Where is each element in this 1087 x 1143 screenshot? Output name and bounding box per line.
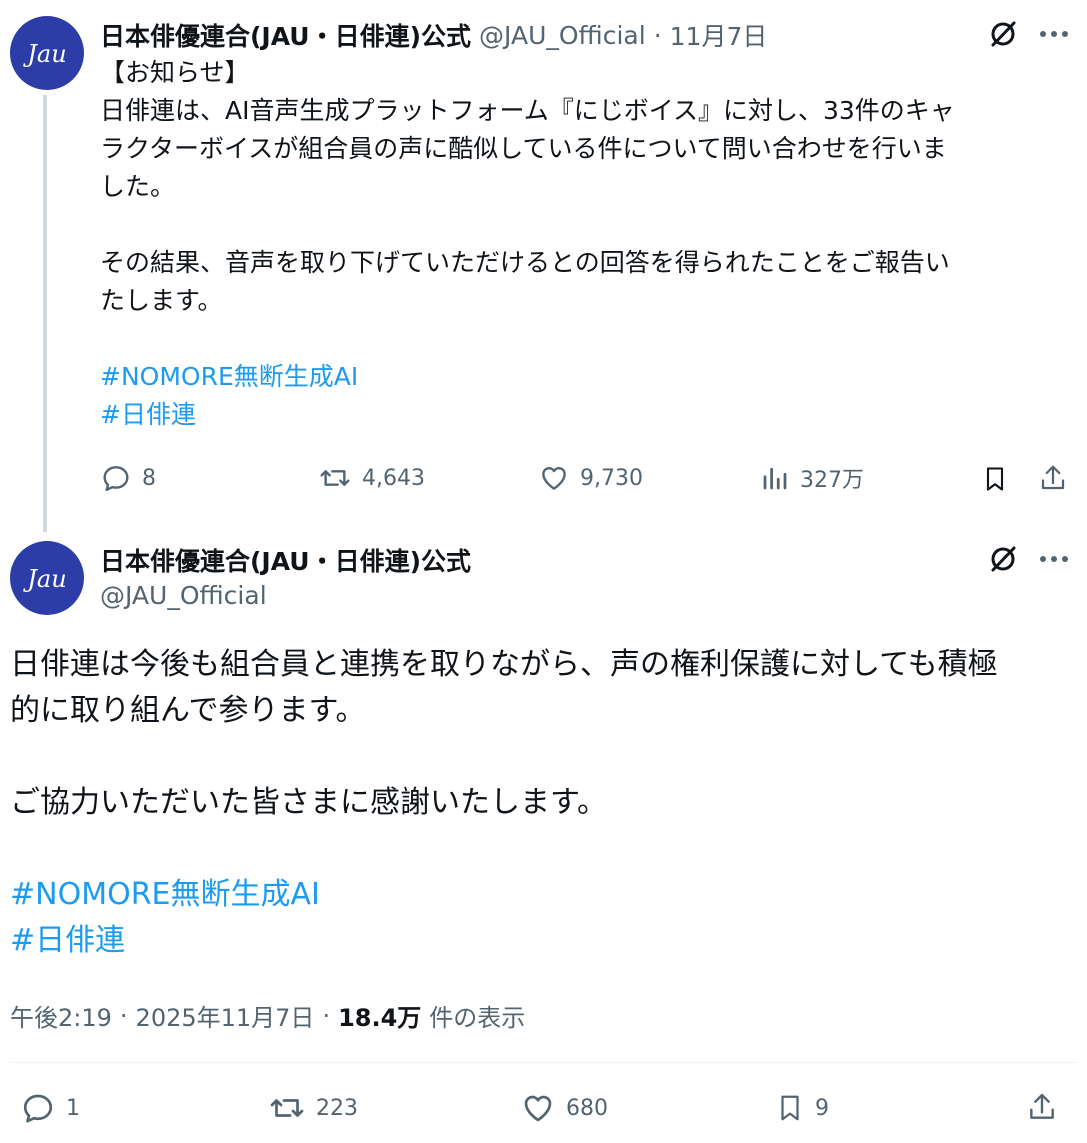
grok-icon[interactable]: [985, 16, 1021, 52]
repost-icon: [318, 462, 352, 494]
share-icon[interactable]: [1024, 1088, 1060, 1126]
reply-icon: [100, 462, 132, 494]
author-name[interactable]: 日本俳優連合(JAU・日俳連)公式: [100, 17, 471, 53]
author-handle[interactable]: @JAU_Official: [100, 581, 267, 610]
divider: [10, 1062, 1077, 1063]
jau-logo-icon: Jau: [22, 565, 66, 593]
like-button[interactable]: 680: [520, 1090, 608, 1126]
like-count: 680: [566, 1095, 608, 1121]
tweet-date[interactable]: 2025年11月7日: [136, 998, 315, 1033]
like-icon: [538, 462, 570, 494]
text-line: ラクターボイスが組合員の声に酷似している件について問い合わせを行いま: [100, 134, 947, 163]
view-label: 件の表示: [429, 1004, 526, 1032]
repost-icon: [268, 1090, 306, 1126]
separator: ·: [653, 20, 662, 50]
text-line: 日俳連は、AI音声生成プラットフォーム『にじボイス』に対し、33件のキャ: [100, 96, 955, 125]
text-line: その結果、音声を取り下げていただけるとの回答を得られたことをご報告い: [100, 248, 950, 277]
text-line: 的に取り組んで参ります。: [10, 693, 366, 728]
text-line: した。: [100, 172, 176, 201]
bookmark-icon: [775, 1090, 805, 1126]
text-line: 【お知らせ】: [100, 58, 250, 87]
jau-logo-icon: Jau: [22, 40, 66, 68]
text-line: 日俳連は今後も組合員と連携を取りながら、声の権利保護に対しても積極: [10, 647, 998, 682]
like-button[interactable]: 9,730: [538, 462, 643, 494]
separator: ·: [119, 1001, 128, 1030]
repost-count: 223: [316, 1095, 358, 1121]
repost-button[interactable]: 223: [268, 1090, 358, 1126]
hashtag-link[interactable]: #NOMORE無断生成AI: [10, 872, 1075, 918]
avatar[interactable]: Jau: [10, 16, 84, 90]
thread-line: [43, 95, 47, 532]
like-icon: [520, 1090, 556, 1126]
hashtag-link[interactable]: #日俳連: [10, 918, 1075, 964]
like-count: 9,730: [580, 465, 643, 491]
share-icon[interactable]: [1036, 460, 1070, 496]
repost-count: 4,643: [362, 465, 425, 491]
reply-button[interactable]: 1: [20, 1090, 80, 1126]
views-icon: [760, 462, 790, 494]
bookmark-count: 9: [815, 1095, 829, 1121]
avatar[interactable]: Jau: [10, 541, 84, 615]
more-icon[interactable]: [1036, 16, 1072, 52]
svg-text:Jau: Jau: [22, 40, 66, 68]
separator: ·: [322, 1001, 331, 1030]
reply-button[interactable]: 8: [100, 462, 156, 494]
author-handle[interactable]: @JAU_Official: [479, 21, 646, 50]
text-line: ご協力いただいた皆さまに感謝いたします。: [10, 785, 607, 820]
views-button[interactable]: 327万: [760, 462, 864, 494]
hashtag-link[interactable]: #NOMORE無断生成AI: [100, 358, 1070, 396]
grok-icon[interactable]: [985, 541, 1021, 577]
tweet-text: 日俳連は今後も組合員と連携を取りながら、声の権利保護に対しても積極 的に取り組ん…: [10, 642, 1075, 964]
bookmark-icon[interactable]: [978, 462, 1012, 496]
text-line: たします。: [100, 286, 223, 315]
tweet-header: 日本俳優連合(JAU・日俳連)公式 @JAU_Official · 11月7日: [100, 17, 767, 53]
tweet-date[interactable]: 11月7日: [670, 17, 768, 53]
tweet-meta: 午後2:19 · 2025年11月7日 · 18.4万 件の表示: [10, 998, 525, 1033]
reply-count: 8: [142, 465, 156, 491]
repost-button[interactable]: 4,643: [318, 462, 425, 494]
reply-count: 1: [66, 1095, 80, 1121]
author-name[interactable]: 日本俳優連合(JAU・日俳連)公式: [100, 542, 471, 578]
hashtag-link[interactable]: #日俳連: [100, 396, 1070, 434]
tweet-time[interactable]: 午後2:19: [10, 998, 112, 1033]
views-count: 327万: [800, 468, 864, 493]
tweet-text: 【お知らせ】 日俳連は、AI音声生成プラットフォーム『にじボイス』に対し、33件…: [100, 54, 1070, 434]
more-icon[interactable]: [1036, 541, 1072, 577]
bookmark-button[interactable]: 9: [775, 1090, 829, 1126]
reply-icon: [20, 1090, 56, 1126]
svg-text:Jau: Jau: [22, 565, 66, 593]
view-count: 18.4万: [338, 1004, 422, 1032]
